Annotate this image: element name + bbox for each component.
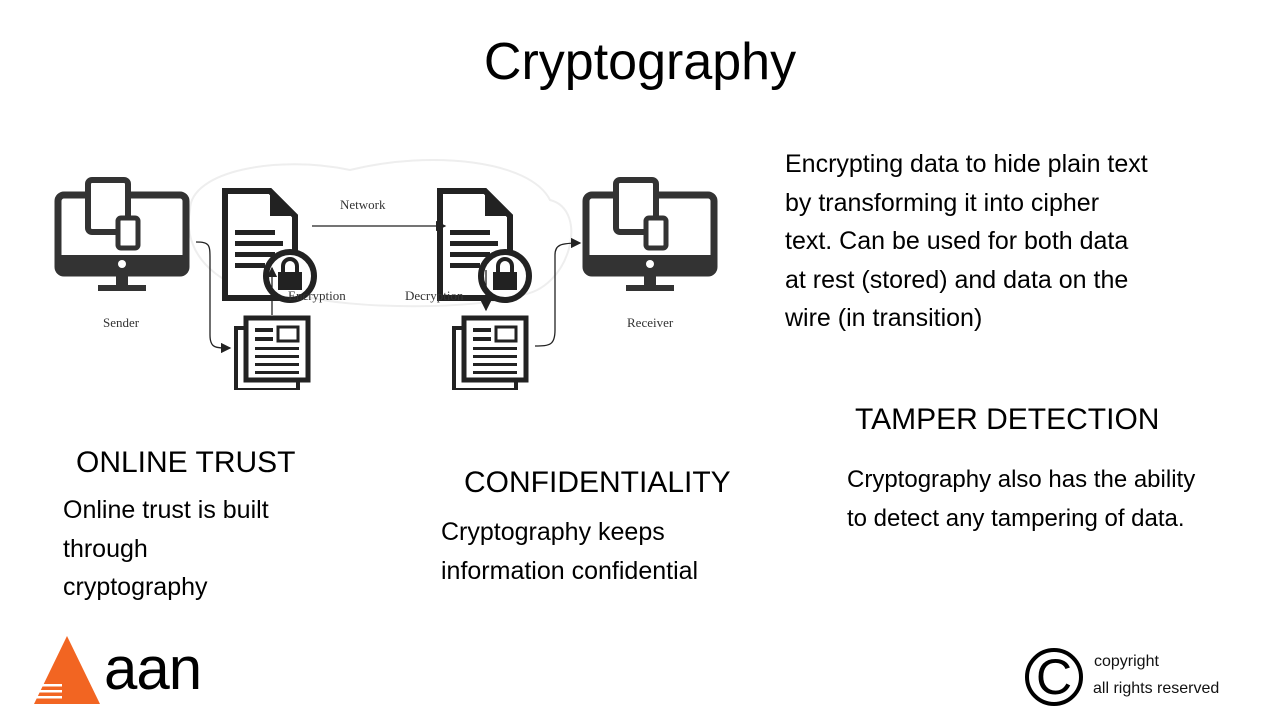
plaintext-document-icon bbox=[236, 318, 308, 390]
encryption-diagram bbox=[50, 159, 730, 390]
text-line: cryptography bbox=[63, 573, 208, 601]
online-trust-heading: ONLINE TRUST bbox=[76, 446, 296, 479]
description-line: text. Can be used for both data bbox=[785, 227, 1129, 255]
copyright-icon: ©C bbox=[1025, 648, 1083, 706]
description-line: at rest (stored) and data on the bbox=[785, 265, 1129, 294]
tamper-detection-text: Cryptography also has the ability to det… bbox=[847, 461, 1195, 538]
text-line: to detect any tampering of data. bbox=[847, 504, 1185, 532]
sender-label: Sender bbox=[103, 315, 140, 330]
text-line: Cryptography keeps bbox=[441, 518, 665, 546]
confidentiality-heading: CONFIDENTIALITY bbox=[464, 466, 731, 499]
plaintext-document-icon bbox=[454, 318, 526, 390]
copyright-label: copyright bbox=[1094, 653, 1159, 670]
receiver-label: Receiver bbox=[627, 315, 674, 330]
triangle-logo-icon bbox=[32, 636, 100, 704]
description-line: wire (in transition) bbox=[785, 304, 983, 332]
encrypted-document-icon bbox=[225, 191, 314, 300]
description-text: Encrypting data to hide plain text by tr… bbox=[785, 145, 1148, 338]
tamper-detection-heading: TAMPER DETECTION bbox=[855, 403, 1160, 436]
description-line: by transforming it into cipher bbox=[785, 188, 1100, 217]
rights-reserved-label: all rights reserved bbox=[1093, 680, 1220, 697]
text-line: Cryptography also has the ability bbox=[847, 466, 1196, 493]
encrypted-document-icon bbox=[440, 191, 529, 300]
aan-logo: aan bbox=[32, 632, 212, 708]
arrow-plain-to-receiver bbox=[534, 237, 582, 347]
text-line: information confidential bbox=[441, 556, 699, 585]
description-line: Encrypting data to hide plain text bbox=[785, 150, 1148, 178]
text-line: through bbox=[63, 534, 148, 563]
network-label: Network bbox=[340, 197, 386, 212]
slide-title: Cryptography bbox=[483, 33, 797, 91]
decryption-label: Decryption bbox=[405, 288, 464, 303]
encryption-label: Encryption bbox=[288, 288, 346, 303]
logo-text: aan bbox=[104, 635, 202, 702]
receiver-monitor-icon bbox=[586, 180, 714, 291]
text-line: Online trust is built bbox=[63, 496, 269, 524]
sender-monitor-icon bbox=[58, 180, 186, 291]
confidentiality-text: Cryptography keeps information confident… bbox=[441, 513, 698, 590]
online-trust-text: Online trust is built through cryptograp… bbox=[63, 491, 269, 607]
